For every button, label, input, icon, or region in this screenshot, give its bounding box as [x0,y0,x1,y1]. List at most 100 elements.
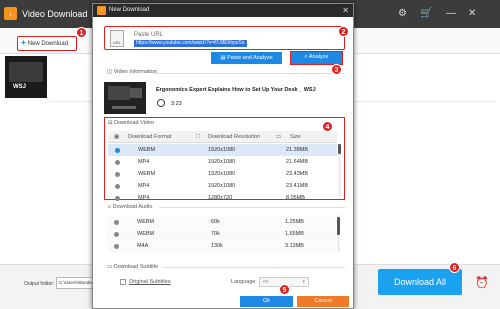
callout-badge: 2 [338,26,349,37]
audio-format-row[interactable]: WEBM 60k 1.25MB [107,217,336,228]
audio-format-row[interactable]: M4A 130k 3.13MB [107,241,336,252]
divider [163,267,345,268]
dialog-title-bar: New Download [93,4,353,17]
dialog-close-icon[interactable]: ✕ [342,4,349,17]
minimize-icon[interactable]: — [446,8,456,19]
output-folder-label: Output folder: [24,281,55,287]
video-scrollbar-thumb[interactable] [338,144,341,154]
bitrate-cell: 60k [211,219,220,225]
callout-badge: 5 [279,284,290,295]
size-cell: 23.41MB [286,183,309,189]
download-audio-section: WEBM 60k 1.25MB WEBM 70k 1.65MB M4A 130k 3.13MB [104,215,345,252]
output-folder-field[interactable]: C:\Users\Wonde [56,277,94,289]
paste-url-label: Paste URL [134,32,164,38]
size-column-icon: ▭ [276,134,282,140]
divider [153,73,345,74]
format-cell: WEBM [138,147,156,153]
callout-badge: 6 [449,262,460,273]
size-column-header: Size [290,134,301,140]
new-download-button[interactable]: + New Download [17,36,77,51]
url-input[interactable]: https://www.youtube.com/watch?v=FLMEhhps… [134,40,247,47]
video-format-row[interactable]: WEBM 1920x1080 21.38MB [108,144,337,156]
format-cell: M4A [137,243,149,249]
format-cell: MP4 [138,195,150,201]
format-radio[interactable] [114,232,119,237]
clock-icon [157,99,165,107]
divider [159,207,345,208]
download-thumbnail: WSJ [5,56,47,98]
cart-icon[interactable]: 🛒 [420,8,432,19]
plus-icon: + [21,38,26,47]
size-cell: 21.64MB [286,159,309,165]
video-format-row[interactable]: MP4 1920x1080 21.64MB [108,156,337,168]
ok-button[interactable]: Ok [240,296,293,307]
app-logo-icon: ↓ [4,7,17,20]
size-cell: 8.05MB [286,195,305,201]
language-label: Language [231,279,256,285]
format-cell: MP4 [138,183,150,189]
info-icon: ◫ [107,69,114,75]
resolution-cell: 1920x1080 [208,159,236,165]
video-title: Ergonomics Expert Explains How to Set Up… [156,87,316,93]
video-format-row[interactable]: MP4 1280x720 8.05MB [108,192,337,204]
resolution-cell: 1280x720 [208,195,233,201]
size-cell: 1.25MB [285,219,304,225]
video-duration: 3:23 [171,101,182,107]
format-cell: WEBM [138,171,156,177]
original-subtitles-label[interactable]: Original Subtitles [129,279,171,285]
close-window-icon[interactable]: ✕ [468,8,476,19]
video-info-heading: ◫ Video Information [107,69,157,75]
format-radio[interactable] [114,244,119,249]
audio-format-row[interactable]: WEBM 70k 1.65MB [107,229,336,240]
url-icon: URL [110,30,124,47]
format-radio[interactable] [115,171,120,177]
paste-url-box[interactable]: URL Paste URL https://www.youtube.com/wa… [104,26,345,50]
alarm-clock-icon[interactable]: ⏰ [475,276,489,289]
download-subtitle-heading: ▭ Download Subtitle [107,264,159,270]
resolution-cell: 1920x1080 [208,183,236,189]
video-scrollbar[interactable] [338,144,341,196]
resolution-cell: 1920x1080 [208,171,236,177]
format-radio[interactable] [115,195,120,201]
video-thumbnail [104,82,146,114]
paste-and-analyze-button[interactable]: ▤ Paste and Analyze [211,52,282,64]
subtitle-icon: ▭ [107,264,114,270]
size-cell: 1.65MB [285,231,304,237]
bitrate-cell: 70k [211,231,220,237]
video-table-header: ▦ Download Format ⛶ Download Resolution … [108,131,337,143]
resolution-cell: 1920x1080 [208,147,236,153]
bitrate-cell: 130k [211,243,223,249]
download-all-button[interactable]: Download All [378,269,462,295]
new-download-dialog: New Download ↓ ✕ URL Paste URL https://w… [92,3,354,309]
audio-scrollbar-thumb[interactable] [337,217,340,235]
format-cell: MP4 [138,159,150,165]
resolution-column-header: Download Resolution [208,134,260,140]
format-column-header: Download Format [128,134,172,140]
size-cell: 3.13MB [285,243,304,249]
format-cell: WEBM [137,231,155,237]
original-subtitles-checkbox[interactable] [120,279,126,285]
callout-badge: 4 [322,121,333,132]
size-cell: 21.38MB [286,147,309,153]
cancel-button[interactable]: Cancel [297,296,349,307]
settings-icon[interactable]: ⚙ [398,8,407,19]
download-video-heading: ⊟ Download Video [108,120,155,126]
app-title: Video Download [22,9,88,19]
format-radio[interactable] [115,147,120,153]
download-audio-heading: ♫ Download Audio [107,204,153,210]
download-video-section: ⊟ Download Video ▦ Download Format ⛶ Dow… [104,117,345,201]
callout-badge: 1 [76,27,87,38]
format-cell: WEBM [137,219,155,225]
callout-badge: 3 [331,64,342,75]
format-column-icon: ▦ [114,134,120,140]
format-radio[interactable] [115,183,120,189]
video-format-row[interactable]: WEBM 1920x1080 23.43MB [108,168,337,180]
format-radio[interactable] [115,159,120,165]
audio-scrollbar[interactable] [337,215,340,252]
size-cell: 23.43MB [286,171,309,177]
chevron-down-icon: ▾ [302,279,305,285]
video-format-row[interactable]: MP4 1920x1080 23.41MB [108,180,337,192]
format-radio[interactable] [114,220,119,225]
resolution-column-icon: ⛶ [196,134,200,140]
analyze-button[interactable]: ⌕ Analyze [290,51,343,65]
